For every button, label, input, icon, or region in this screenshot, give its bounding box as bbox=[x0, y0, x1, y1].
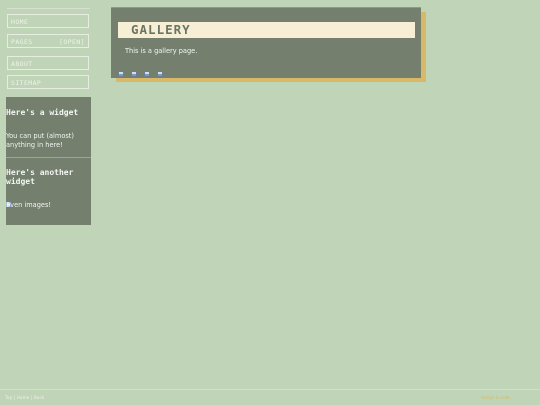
nav-item-sitemap[interactable]: SITEMAP bbox=[7, 75, 89, 89]
gallery-thumbnail-icon[interactable] bbox=[157, 71, 164, 77]
panel-top-rule bbox=[111, 7, 421, 8]
nav-item-label: HOME bbox=[11, 18, 29, 26]
page-title: GALLERY bbox=[118, 22, 415, 38]
footer-divider bbox=[0, 389, 540, 390]
nav-item-label: SITEMAP bbox=[11, 79, 42, 87]
widget-2: Here's another widget Even images! bbox=[6, 168, 91, 210]
widget-image-row bbox=[6, 192, 91, 207]
widget-text: You can put (almost) anything in here! bbox=[6, 132, 74, 149]
widget-divider bbox=[6, 157, 91, 158]
nav-item-about[interactable]: ABOUT bbox=[7, 56, 89, 70]
widget-1: Here's a widget You can put (almost) any… bbox=[6, 108, 91, 149]
gallery-thumbnail-icon[interactable] bbox=[131, 71, 138, 77]
widget-title: Here's a widget bbox=[6, 108, 79, 117]
nav-item-label: ABOUT bbox=[11, 60, 33, 68]
footer-links[interactable]: Top | Home | Back bbox=[5, 395, 44, 400]
page-description: This is a gallery page. bbox=[125, 47, 198, 55]
gallery-thumbnail-icon[interactable] bbox=[118, 71, 124, 77]
widget-title: Here's another widget bbox=[6, 168, 74, 186]
nav-item-pages[interactable]: PAGES [OPEN] bbox=[7, 34, 89, 48]
gallery-thumbnails bbox=[118, 62, 165, 77]
content-panel: GALLERY This is a gallery page. bbox=[111, 7, 421, 78]
nav-item-label: PAGES bbox=[11, 38, 33, 46]
gallery-thumbnail-icon[interactable] bbox=[144, 71, 151, 77]
nav-item-home[interactable]: HOME bbox=[7, 14, 89, 28]
top-divider bbox=[7, 8, 90, 9]
widget-sidebar: Here's a widget You can put (almost) any… bbox=[6, 97, 91, 225]
footer-credit[interactable]: design & code bbox=[481, 395, 510, 400]
widget-text: Even images! bbox=[6, 201, 52, 209]
nav-item-open-toggle[interactable]: [OPEN] bbox=[59, 38, 85, 46]
